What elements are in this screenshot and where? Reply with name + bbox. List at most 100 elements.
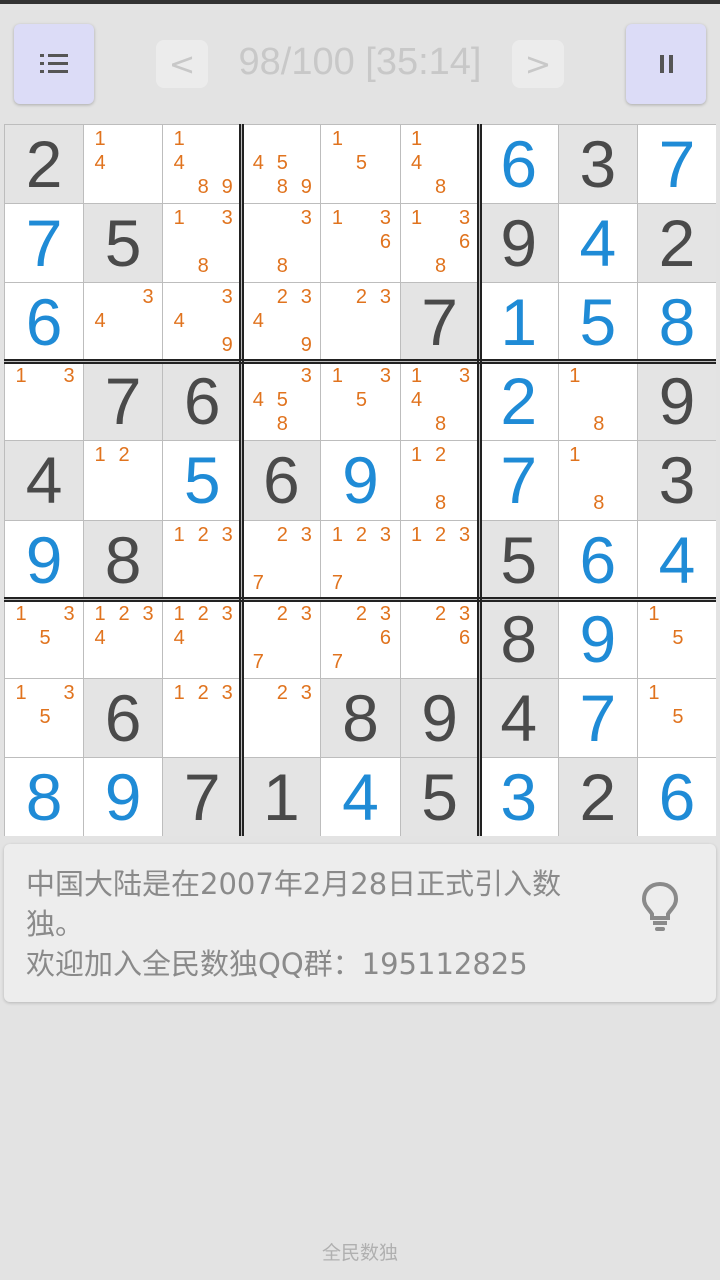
cell-r2c9[interactable]: 2 — [637, 204, 716, 283]
cell-r2c4[interactable]: 38 — [242, 204, 321, 283]
cell-r9c7[interactable]: 3 — [479, 757, 558, 836]
cell-r1c1[interactable]: 2 — [5, 125, 84, 204]
candidate-6: 6 — [458, 231, 471, 254]
cell-r5c9[interactable]: 3 — [637, 441, 716, 520]
cell-r2c8[interactable]: 4 — [558, 204, 637, 283]
cell-r1c3[interactable]: 1489 — [163, 125, 242, 204]
cell-r1c6[interactable]: 148 — [400, 125, 479, 204]
candidate-8: 8 — [434, 176, 447, 198]
cell-r9c3[interactable]: 7 — [163, 757, 242, 836]
previous-puzzle-button[interactable]: < — [156, 40, 208, 88]
cell-r2c3[interactable]: 1 3 8 — [163, 204, 242, 283]
cell-r4c5[interactable]: 1 35 — [321, 362, 400, 441]
candidate-3: 3 — [379, 602, 391, 625]
cell-r5c7[interactable]: 7 — [479, 441, 558, 520]
tip-line-qq-group: 欢迎加入全民数独QQ群：195112825 — [26, 947, 528, 981]
cell-r1c7[interactable]: 6 — [479, 125, 558, 204]
cell-r7c6[interactable]: 236 — [400, 599, 479, 678]
cell-r4c8[interactable]: 18 — [558, 362, 637, 441]
cell-r8c8[interactable]: 7 — [558, 678, 637, 757]
menu-button[interactable] — [14, 24, 94, 104]
cell-r5c6[interactable]: 12 8 — [400, 441, 479, 520]
cell-r6c8[interactable]: 6 — [558, 520, 637, 599]
cell-r3c7[interactable]: 1 — [479, 283, 558, 362]
cell-r7c4[interactable]: 23 7 — [242, 599, 321, 678]
cell-r2c6[interactable]: 1 368 — [400, 204, 479, 283]
cell-r8c2[interactable]: 6 — [84, 678, 163, 757]
cell-r6c5[interactable]: 123 7 — [321, 520, 400, 599]
cell-r9c6[interactable]: 5 — [400, 757, 479, 836]
cell-r8c1[interactable]: 1 35 — [5, 678, 84, 757]
candidate-4: 4 — [252, 310, 264, 333]
cell-r3c2[interactable]: 34 — [84, 283, 163, 362]
candidate-4: 4 — [94, 310, 106, 333]
cell-r8c3[interactable]: 123 — [163, 678, 242, 757]
given-digit: 7 — [421, 285, 458, 360]
cell-r7c2[interactable]: 123 4 — [84, 599, 163, 678]
cell-r2c1[interactable]: 7 — [5, 204, 84, 283]
cell-r3c5[interactable]: 23 — [321, 283, 400, 362]
cell-r4c4[interactable]: 3 458 — [242, 362, 321, 441]
cell-r6c2[interactable]: 8 — [84, 520, 163, 599]
cell-r7c7[interactable]: 8 — [479, 599, 558, 678]
cell-r3c4[interactable]: 23 4 9 — [242, 283, 321, 362]
cell-r4c9[interactable]: 9 — [637, 362, 716, 441]
cell-r1c2[interactable]: 14 — [84, 125, 163, 204]
candidate-4: 4 — [173, 310, 185, 333]
cell-r5c4[interactable]: 6 — [242, 441, 321, 520]
cell-r6c6[interactable]: 123 — [400, 520, 479, 599]
cell-r1c8[interactable]: 3 — [558, 125, 637, 204]
candidate-4: 4 — [252, 389, 264, 412]
cell-r1c9[interactable]: 7 — [637, 125, 716, 204]
candidate-1: 1 — [410, 444, 423, 467]
cell-r3c1[interactable]: 6 — [5, 283, 84, 362]
cell-r3c8[interactable]: 5 — [558, 283, 637, 362]
entered-digit: 8 — [25, 759, 63, 834]
cell-r7c8[interactable]: 9 — [558, 599, 637, 678]
cell-r8c9[interactable]: 15 — [637, 678, 716, 757]
cell-r6c4[interactable]: 23 7 — [242, 520, 321, 599]
cell-r5c5[interactable]: 9 — [321, 441, 400, 520]
cell-r9c9[interactable]: 6 — [637, 757, 716, 836]
cell-r4c6[interactable]: 1 3 48 — [400, 362, 479, 441]
cell-r3c3[interactable]: 3 4 9 — [163, 283, 242, 362]
cell-r3c9[interactable]: 8 — [637, 283, 716, 362]
cell-r2c2[interactable]: 5 — [84, 204, 163, 283]
cell-r9c1[interactable]: 8 — [5, 757, 84, 836]
cell-r5c2[interactable]: 12 — [84, 441, 163, 520]
cell-r4c7[interactable]: 2 — [479, 362, 558, 441]
cell-r6c3[interactable]: 123 — [163, 520, 242, 599]
cell-r5c3[interactable]: 5 — [163, 441, 242, 520]
cell-r8c6[interactable]: 9 — [400, 678, 479, 757]
cell-r8c5[interactable]: 8 — [321, 678, 400, 757]
pause-button[interactable] — [626, 24, 706, 104]
cell-r4c2[interactable]: 7 — [84, 362, 163, 441]
candidate-5: 5 — [39, 705, 51, 728]
entered-digit: 6 — [500, 127, 538, 202]
cell-r9c4[interactable]: 1 — [242, 757, 321, 836]
cell-r3c6[interactable]: 7 — [400, 283, 479, 362]
cell-r7c1[interactable]: 1 35 — [5, 599, 84, 678]
cell-r2c7[interactable]: 9 — [479, 204, 558, 283]
cell-r7c9[interactable]: 15 — [637, 599, 716, 678]
cell-r9c5[interactable]: 4 — [321, 757, 400, 836]
cell-r1c5[interactable]: 15 — [321, 125, 400, 204]
cell-r2c5[interactable]: 1 36 — [321, 204, 400, 283]
cell-r6c1[interactable]: 9 — [5, 520, 84, 599]
cell-r8c4[interactable]: 23 — [242, 678, 321, 757]
cell-r9c8[interactable]: 2 — [558, 757, 637, 836]
cell-r4c3[interactable]: 6 — [163, 362, 242, 441]
cell-r8c7[interactable]: 4 — [479, 678, 558, 757]
candidate-2: 2 — [118, 444, 130, 467]
cell-r4c1[interactable]: 13 — [5, 362, 84, 441]
cell-r9c2[interactable]: 9 — [84, 757, 163, 836]
cell-r6c9[interactable]: 4 — [637, 520, 716, 599]
cell-r1c4[interactable]: 4589 — [242, 125, 321, 204]
cell-r5c1[interactable]: 4 — [5, 441, 84, 520]
cell-r5c8[interactable]: 18 — [558, 441, 637, 520]
lightbulb-icon[interactable] — [640, 880, 680, 934]
next-puzzle-button[interactable]: > — [512, 40, 564, 88]
cell-r7c5[interactable]: 236 7 — [321, 599, 400, 678]
cell-r7c3[interactable]: 123 4 — [163, 599, 242, 678]
cell-r6c7[interactable]: 5 — [479, 520, 558, 599]
